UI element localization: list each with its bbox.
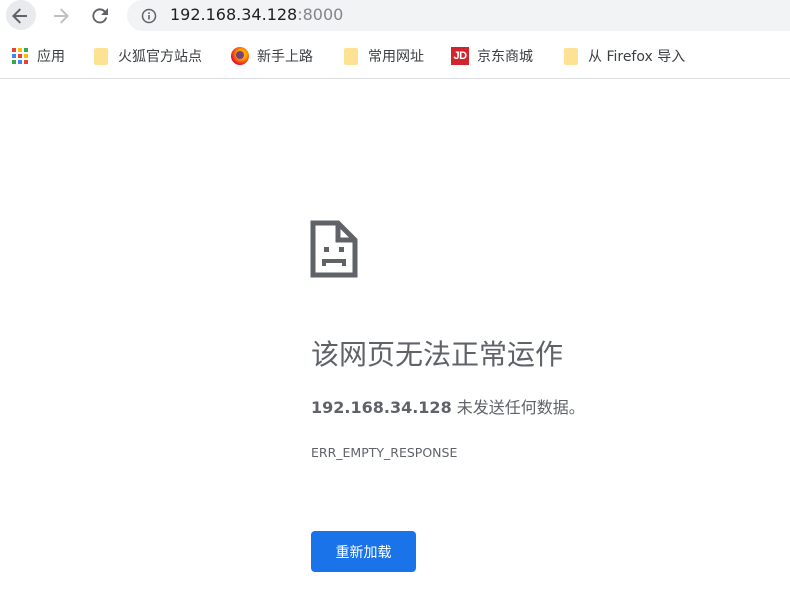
url-port: :8000 [297,5,344,24]
arrow-right-icon [53,7,69,24]
bookmark-apps[interactable]: 应用 [11,41,65,71]
folder-icon [94,47,108,65]
bookmark-label: 从 Firefox 导入 [588,49,686,65]
bookmark-jd-mall[interactable]: JD 京东商城 [451,41,533,71]
bookmark-import-firefox[interactable]: 从 Firefox 导入 [562,41,685,71]
info-icon[interactable] [141,8,157,24]
bookmarks-bar: 应用 火狐官方站点 新手上路 常用网址 JD 京东商城 从 Firefox 导入 [0,41,790,71]
back-button[interactable] [3,0,36,31]
forward-button[interactable] [44,0,77,31]
address-bar[interactable]: 192.168.34.128:8000 [127,0,790,31]
bookmark-label: 京东商城 [477,49,533,65]
error-code: ERR_EMPTY_RESPONSE [311,445,458,460]
error-title: 该网页无法正常运作 [311,338,564,371]
url-host: 192.168.34.128 [170,5,298,24]
error-message: 未发送任何数据。 [451,398,585,417]
arrow-left-icon [11,7,27,24]
error-host: 192.168.34.128 [311,398,452,417]
apps-grid-icon [11,47,29,65]
bookmark-label: 应用 [37,49,65,65]
reload-icon [91,7,108,23]
bookmark-label: 常用网址 [368,49,424,65]
reload-page-button[interactable] [83,0,116,31]
bookmark-common-sites[interactable]: 常用网址 [342,41,424,71]
folder-icon [564,47,578,65]
firefox-icon [231,47,249,65]
error-description: 192.168.34.128 未发送任何数据。 [311,396,585,420]
browser-toolbar: 192.168.34.128:8000 [0,0,790,33]
toolbar-divider [0,78,790,79]
jd-icon: JD [451,47,469,65]
bookmark-label: 火狐官方站点 [118,49,202,65]
sad-document-icon [310,220,358,278]
bookmark-getting-started[interactable]: 新手上路 [231,41,313,71]
bookmark-label: 新手上路 [257,49,313,65]
reload-button[interactable]: 重新加载 [311,531,416,572]
url-text[interactable]: 192.168.34.128:8000 [170,4,343,26]
bookmark-firefox-official[interactable]: 火狐官方站点 [92,41,202,71]
folder-icon [344,47,358,65]
